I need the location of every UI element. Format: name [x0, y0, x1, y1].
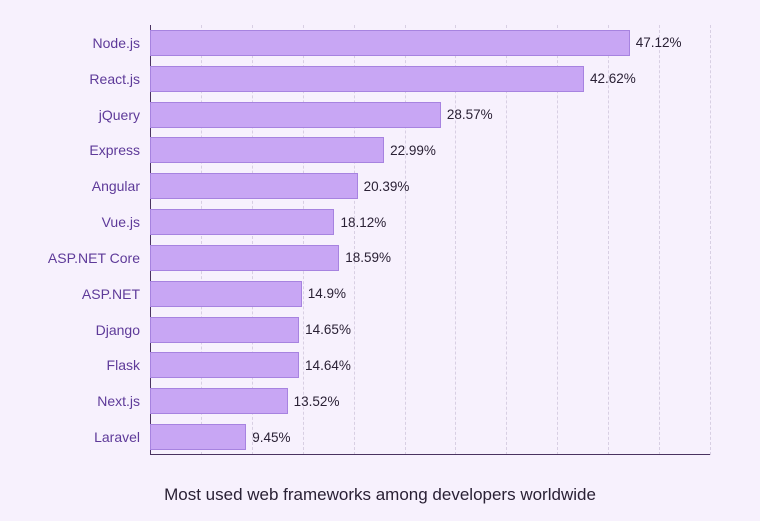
bar-row: Laravel9.45%: [150, 419, 710, 455]
value-label: 14.9%: [308, 286, 346, 301]
value-label: 20.39%: [364, 179, 410, 194]
bar: [150, 424, 246, 450]
bar-row: ASP.NET14.9%: [150, 276, 710, 312]
value-label: 28.57%: [447, 107, 493, 122]
bar: [150, 30, 630, 56]
chart-title: Most used web frameworks among developer…: [0, 485, 760, 505]
plot-area: Node.js47.12%React.js42.62%jQuery28.57%E…: [150, 25, 710, 455]
bar-row: React.js42.62%: [150, 61, 710, 97]
bar: [150, 281, 302, 307]
bar-chart: Node.js47.12%React.js42.62%jQuery28.57%E…: [0, 25, 760, 465]
bar: [150, 66, 584, 92]
category-label: Django: [0, 322, 140, 338]
bar-row: Flask14.64%: [150, 348, 710, 384]
bar-row: Vue.js18.12%: [150, 204, 710, 240]
category-label: React.js: [0, 71, 140, 87]
value-label: 42.62%: [590, 71, 636, 86]
bar-row: Node.js47.12%: [150, 25, 710, 61]
bar: [150, 352, 299, 378]
value-label: 18.59%: [345, 250, 391, 265]
category-label: Next.js: [0, 393, 140, 409]
category-label: Express: [0, 142, 140, 158]
value-label: 9.45%: [252, 430, 290, 445]
bar-row: ASP.NET Core18.59%: [150, 240, 710, 276]
bar-row: Express22.99%: [150, 133, 710, 169]
category-label: Angular: [0, 178, 140, 194]
bar: [150, 317, 299, 343]
category-label: ASP.NET: [0, 286, 140, 302]
bar: [150, 102, 441, 128]
value-label: 18.12%: [340, 215, 386, 230]
bar: [150, 388, 288, 414]
bar-row: jQuery28.57%: [150, 97, 710, 133]
category-label: Laravel: [0, 429, 140, 445]
bar: [150, 173, 358, 199]
bar-row: Next.js13.52%: [150, 383, 710, 419]
category-label: ASP.NET Core: [0, 250, 140, 266]
bar-row: Angular20.39%: [150, 168, 710, 204]
category-label: Vue.js: [0, 214, 140, 230]
value-label: 14.65%: [305, 322, 351, 337]
category-label: Node.js: [0, 35, 140, 51]
category-label: Flask: [0, 357, 140, 373]
category-label: jQuery: [0, 107, 140, 123]
bar: [150, 137, 384, 163]
gridline: [710, 25, 711, 455]
value-label: 14.64%: [305, 358, 351, 373]
bar: [150, 209, 334, 235]
value-label: 13.52%: [294, 394, 340, 409]
bar-row: Django14.65%: [150, 312, 710, 348]
value-label: 47.12%: [636, 35, 682, 50]
value-label: 22.99%: [390, 143, 436, 158]
bar: [150, 245, 339, 271]
